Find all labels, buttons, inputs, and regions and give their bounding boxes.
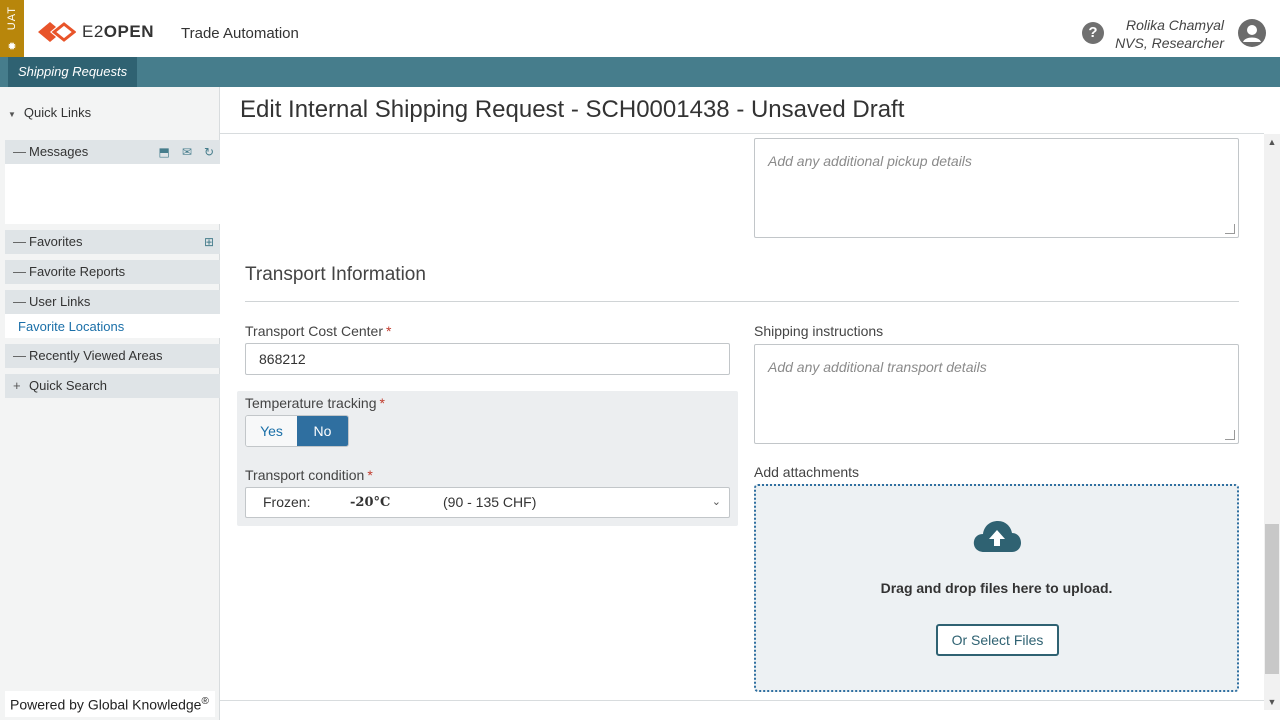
messages-panel <box>5 164 220 224</box>
file-dropzone[interactable]: Drag and drop files here to upload. Or S… <box>754 484 1239 692</box>
form-content: Add any additional pickup details Transp… <box>221 134 1264 700</box>
bug-icon[interactable]: ✹ <box>7 40 16 53</box>
quick-links-label: Quick Links <box>23 105 92 120</box>
e2open-logo[interactable]: E2OPEN <box>36 18 154 46</box>
sidebar-section-user-links[interactable]: — User Links <box>5 290 220 314</box>
collapse-icon: — <box>13 264 26 279</box>
powered-by-text: Powered by Global Knowledge <box>10 696 202 713</box>
sidebar-section-favorites[interactable]: — Favorites ⊞ <box>5 230 220 254</box>
expand-icon: + <box>13 378 21 393</box>
page-title: Edit Internal Shipping Request - SCH0001… <box>240 96 905 123</box>
favorite-locations-link[interactable]: Favorite Locations <box>18 319 124 334</box>
collapse-icon: — <box>13 348 26 363</box>
condition-name: Frozen: <box>263 494 311 510</box>
top-header: UAT ✹ E2OPEN Trade Automation ? Rolika C… <box>0 0 1280 57</box>
powered-by: Powered by Global Knowledge® <box>5 691 215 717</box>
collapse-icon: — <box>13 294 26 309</box>
section-divider <box>245 301 1239 302</box>
cost-center-label: Transport Cost Center * <box>245 323 392 339</box>
scroll-down-icon[interactable]: ▼ <box>1264 694 1280 710</box>
scroll-thumb[interactable] <box>1265 524 1279 674</box>
temperature-tracking-toggle[interactable]: Yes No <box>245 415 349 447</box>
required-mark: * <box>367 467 373 483</box>
temperature-no-option[interactable]: No <box>297 416 348 446</box>
collapse-icon: — <box>13 234 26 249</box>
resize-handle-icon[interactable] <box>1225 430 1235 440</box>
condition-price: (90 - 135 CHF) <box>443 494 537 510</box>
environment-badge: UAT ✹ <box>0 0 24 57</box>
temperature-tracking-label: Temperature tracking * <box>245 395 385 411</box>
required-mark: * <box>379 395 385 411</box>
transport-condition-label: Transport condition * <box>245 467 373 483</box>
registered-mark: ® <box>201 696 209 707</box>
recently-viewed-label: Recently Viewed Areas <box>29 348 163 363</box>
main-nav-bar: Shipping Requests <box>0 57 1280 87</box>
caret-down-icon: ▼ <box>8 110 16 119</box>
help-icon[interactable]: ? <box>1082 22 1104 44</box>
user-name: Rolika Chamyal <box>1125 17 1224 33</box>
favorite-reports-label: Favorite Reports <box>29 264 126 279</box>
attachments-label: Add attachments <box>754 464 860 480</box>
temperature-panel: Temperature tracking * Yes No Transport c… <box>237 391 738 526</box>
shipping-instructions-label: Shipping instructions <box>754 323 884 339</box>
user-avatar-icon[interactable] <box>1238 19 1266 47</box>
select-files-button[interactable]: Or Select Files <box>936 624 1059 656</box>
required-mark: * <box>385 323 392 339</box>
section-title-transport: Transport Information <box>245 264 426 285</box>
shipping-placeholder: Add any additional transport details <box>768 359 987 375</box>
resize-handle-icon[interactable] <box>1225 224 1235 234</box>
sidebar-section-recently-viewed[interactable]: — Recently Viewed Areas <box>5 344 220 368</box>
dropzone-text: Drag and drop files here to upload. <box>880 580 1113 596</box>
vertical-scrollbar[interactable]: ▲ ▼ <box>1264 134 1280 710</box>
messages-label: Messages <box>29 144 89 159</box>
shipping-instructions-textarea[interactable]: Add any additional transport details <box>754 344 1239 444</box>
collapse-icon: — <box>13 144 26 159</box>
pickup-details-textarea[interactable]: Add any additional pickup details <box>754 138 1239 238</box>
sidebar-section-quick-search[interactable]: + Quick Search <box>5 374 220 398</box>
user-role: NVS, Researcher <box>1115 35 1224 51</box>
inbox-icon[interactable]: ⬒ <box>159 140 170 164</box>
logo-icon <box>38 22 76 42</box>
user-links-label: User Links <box>29 294 91 309</box>
sidebar: ▼ Quick Links — Messages ⬒ ✉ ↻ — Favorites … <box>0 87 220 720</box>
mail-icon[interactable]: ✉ <box>182 140 192 164</box>
condition-temperature: -20°C <box>350 495 391 510</box>
app-title: Trade Automation <box>181 25 299 42</box>
logo-text: E2OPEN <box>82 22 154 41</box>
nav-tab-shipping-requests[interactable]: Shipping Requests <box>8 57 138 87</box>
transport-condition-select[interactable]: Frozen: -20°C (90 - 135 CHF) ⌄ <box>245 487 730 518</box>
add-favorite-icon[interactable]: ⊞ <box>204 230 214 254</box>
bottom-divider <box>220 700 1264 701</box>
chevron-down-icon: ⌄ <box>711 496 721 508</box>
favorites-label: Favorites <box>29 234 83 249</box>
quick-search-label: Quick Search <box>29 378 108 393</box>
scroll-up-icon[interactable]: ▲ <box>1264 134 1280 150</box>
user-info[interactable]: Rolika Chamyal NVS, Researcher <box>1115 16 1224 52</box>
sidebar-section-favorite-reports[interactable]: — Favorite Reports <box>5 260 220 284</box>
refresh-icon[interactable]: ↻ <box>204 140 214 164</box>
environment-label: UAT <box>6 6 18 31</box>
quick-links-header[interactable]: ▼ Quick Links <box>0 87 216 133</box>
sidebar-section-messages[interactable]: — Messages ⬒ ✉ ↻ <box>5 140 220 164</box>
cost-center-input[interactable]: 868212 <box>245 343 730 375</box>
pickup-placeholder: Add any additional pickup details <box>768 153 972 169</box>
cloud-upload-icon <box>973 521 1021 552</box>
temperature-yes-option[interactable]: Yes <box>246 416 297 446</box>
